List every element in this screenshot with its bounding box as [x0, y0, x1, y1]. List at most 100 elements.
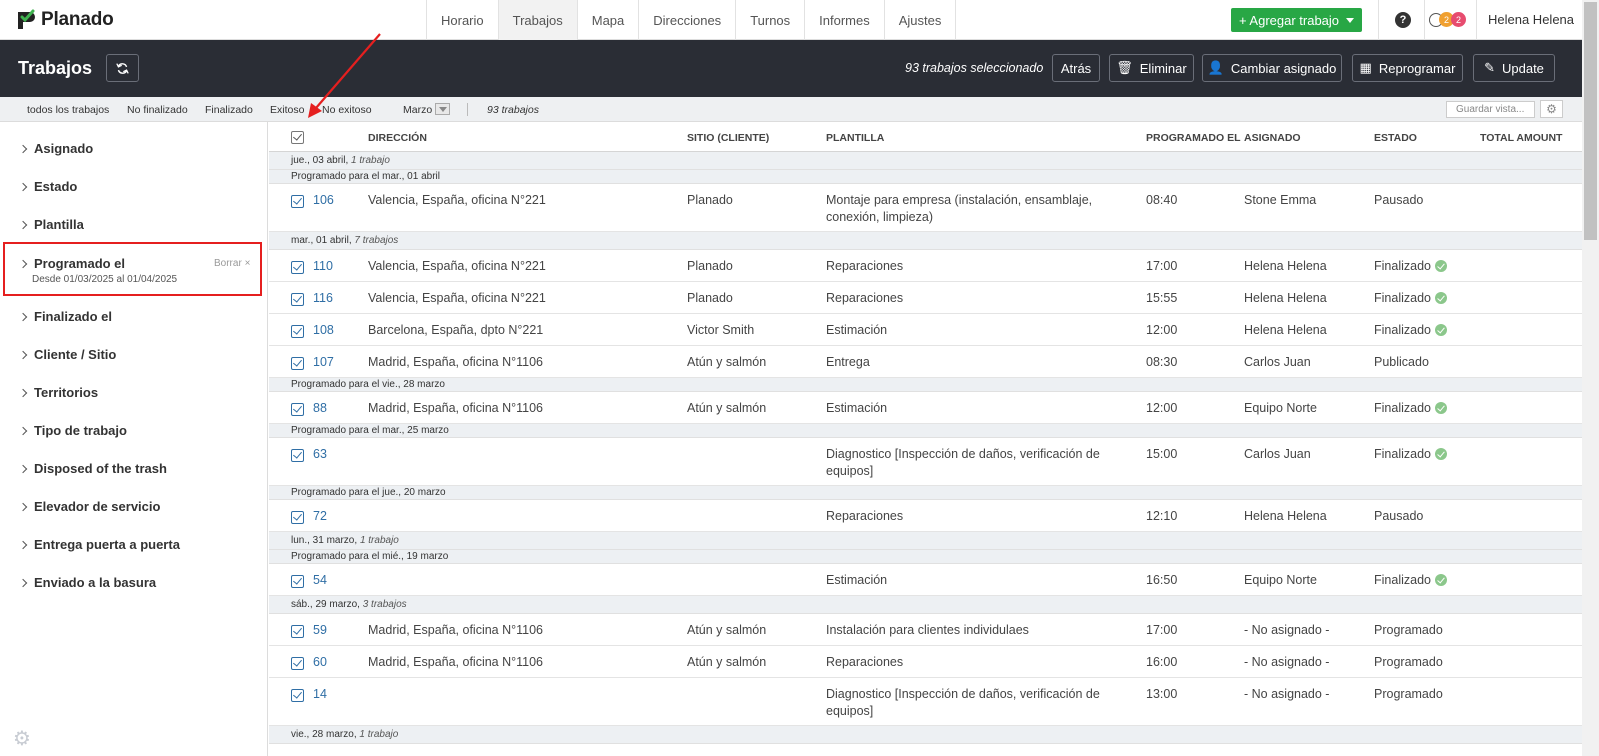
job-id-link[interactable]: 59 — [313, 622, 327, 639]
table-row[interactable]: 14 Diagnostico [Inspección de daños, veri… — [269, 678, 1582, 726]
nav-tab-direcciones[interactable]: Direcciones — [639, 0, 737, 40]
nav-tab-horario[interactable]: Horario — [427, 0, 499, 40]
table-row[interactable]: 59 Madrid, España, oficina N°1106 Atún y s… — [269, 614, 1582, 646]
notifications[interactable]: 2 2 — [1429, 11, 1471, 29]
subgroup-header: Programado para el jue., 20 marzo — [269, 486, 1582, 500]
table-row[interactable]: 72 Reparaciones 12:10 Helena Helena Pausado — [269, 500, 1582, 532]
change-assigned-button[interactable]: 👤 Cambiar asignado — [1202, 54, 1342, 82]
refresh-button[interactable] — [106, 54, 139, 82]
nav-tab-informes[interactable]: Informes — [805, 0, 885, 40]
row-checkbox[interactable] — [291, 261, 304, 274]
job-id-link[interactable]: 106 — [313, 192, 334, 209]
sidebar-item-entrega[interactable]: Entrega puerta a puerta — [18, 537, 180, 552]
column-header[interactable]: PROGRAMADO EL — [1146, 132, 1241, 144]
status-label: Finalizado — [1374, 323, 1431, 337]
delete-button[interactable]: 🗑 Eliminar — [1109, 54, 1194, 82]
column-header[interactable]: SITIO (CLIENTE) — [687, 132, 769, 144]
table-row[interactable]: 63 Diagnostico [Inspección de daños, veri… — [269, 438, 1582, 486]
select-all-checkbox[interactable] — [291, 131, 304, 144]
row-checkbox[interactable] — [291, 449, 304, 462]
help-icon[interactable]: ? — [1395, 12, 1411, 28]
template-cell: Entrega — [826, 354, 1126, 371]
sidebar-item-enviado[interactable]: Enviado a la basura — [18, 575, 156, 590]
reschedule-button[interactable]: ▦ Reprogramar — [1352, 54, 1463, 82]
address-cell: Madrid, España, oficina N°1106 — [368, 355, 544, 369]
scrollbar-thumb[interactable] — [1584, 2, 1597, 240]
row-checkbox[interactable] — [291, 357, 304, 370]
sidebar-item-estado[interactable]: Estado — [18, 179, 77, 194]
page-header: Trabajos 93 trabajos seleccionado Atrás … — [0, 40, 1582, 97]
update-button[interactable]: ✎ Update — [1473, 54, 1555, 82]
table-row[interactable]: 88 Madrid, España, oficina N°1106 Atún y s… — [269, 392, 1582, 424]
logo[interactable]: Planado — [15, 8, 114, 32]
filter-unsuccessful[interactable]: No exitoso — [322, 104, 372, 116]
job-id-link[interactable]: 116 — [313, 290, 333, 307]
clear-filter-button[interactable]: Borrar × — [214, 258, 250, 269]
chevron-right-icon — [18, 502, 28, 511]
column-header[interactable]: DIRECCIÓN — [368, 132, 427, 144]
table-row[interactable]: 60 Madrid, España, oficina N°1106 Atún y s… — [269, 646, 1582, 678]
gear-icon[interactable]: ⚙ — [13, 726, 31, 751]
sidebar-item-elevador[interactable]: Elevador de servicio — [18, 499, 160, 514]
job-id-link[interactable]: 63 — [313, 446, 327, 463]
scrollbar[interactable] — [1582, 0, 1599, 756]
job-id-link[interactable]: 110 — [313, 258, 333, 275]
sidebar-item-cliente[interactable]: Cliente / Sitio — [18, 347, 116, 362]
sidebar-item-asignado[interactable]: Asignado — [18, 141, 93, 156]
job-id-link[interactable]: 72 — [313, 508, 327, 525]
logo-text: Planado — [41, 9, 114, 30]
job-id-link[interactable]: 60 — [313, 654, 327, 671]
row-checkbox[interactable] — [291, 657, 304, 670]
job-id-link[interactable]: 108 — [313, 322, 334, 339]
sidebar-item-tipo[interactable]: Tipo de trabajo — [18, 423, 127, 438]
status-cell: Finalizado — [1374, 290, 1447, 307]
column-header[interactable]: TOTAL AMOUNT — [1480, 132, 1562, 144]
back-button[interactable]: Atrás — [1052, 54, 1100, 82]
row-checkbox[interactable] — [291, 293, 304, 306]
filter-successful[interactable]: Exitoso — [270, 104, 304, 116]
sidebar-item-label: Entrega puerta a puerta — [34, 537, 180, 552]
save-view-input[interactable]: Guardar vista... — [1446, 101, 1535, 118]
reschedule-label: Reprogramar — [1378, 60, 1456, 76]
row-checkbox[interactable] — [291, 575, 304, 588]
job-id-link[interactable]: 14 — [313, 686, 327, 703]
table-row[interactable]: 106 Valencia, España, oficina N°221 Planad… — [269, 184, 1582, 232]
row-checkbox[interactable] — [291, 511, 304, 524]
gear-icon[interactable]: ⚙ — [1540, 100, 1563, 118]
job-id-link[interactable]: 54 — [313, 572, 327, 589]
column-header[interactable]: ESTADO — [1374, 132, 1417, 144]
nav-tab-trabajos[interactable]: Trabajos — [498, 0, 578, 40]
sidebar-item-finalizado[interactable]: Finalizado el — [18, 309, 112, 324]
job-id-link[interactable]: 107 — [313, 354, 334, 371]
column-header[interactable]: ASIGNADO — [1244, 132, 1301, 144]
nav-tab-turnos[interactable]: Turnos — [736, 0, 806, 40]
row-checkbox[interactable] — [291, 689, 304, 702]
filter-month[interactable]: Marzo — [403, 104, 432, 116]
template-cell: Montaje para empresa (instalación, ensam… — [826, 192, 1126, 226]
table-row[interactable]: 107 Madrid, España, oficina N°1106 Atún y … — [269, 346, 1582, 378]
user-menu[interactable]: Helena Helena — [1488, 12, 1574, 27]
job-id-link[interactable]: 88 — [313, 400, 327, 417]
sidebar-item-disposed[interactable]: Disposed of the trash — [18, 461, 167, 476]
row-checkbox[interactable] — [291, 625, 304, 638]
row-checkbox[interactable] — [291, 403, 304, 416]
sidebar-item-territorios[interactable]: Territorios — [18, 385, 98, 400]
filter-all[interactable]: todos los trabajos — [27, 104, 109, 116]
filter-not-finished[interactable]: No finalizado — [127, 104, 188, 116]
sidebar-item-programado[interactable]: Programado el — [18, 256, 125, 271]
row-checkbox[interactable] — [291, 195, 304, 208]
table-row[interactable]: 110 Valencia, España, oficina N°221 Planad… — [269, 250, 1582, 282]
table-row[interactable]: 54 Estimación 16:50 Equipo Norte Finalizado — [269, 564, 1582, 596]
nav-tab-ajustes[interactable]: Ajustes — [885, 0, 957, 40]
table-row[interactable]: 108 Barcelona, España, dpto N°221 Victor S… — [269, 314, 1582, 346]
add-job-button[interactable]: + Agregar trabajo — [1231, 8, 1362, 32]
table-row[interactable]: 116 Valencia, España, oficina N°221 Planad… — [269, 282, 1582, 314]
row-checkbox[interactable] — [291, 325, 304, 338]
filter-finished[interactable]: Finalizado — [205, 104, 253, 116]
divider — [1378, 0, 1379, 40]
chevron-down-icon[interactable] — [435, 103, 450, 115]
nav-tab-mapa[interactable]: Mapa — [578, 0, 640, 40]
sidebar-item-plantilla[interactable]: Plantilla — [18, 217, 84, 232]
group-count: 1 trabajo — [359, 535, 399, 546]
column-header[interactable]: PLANTILLA — [826, 132, 884, 144]
